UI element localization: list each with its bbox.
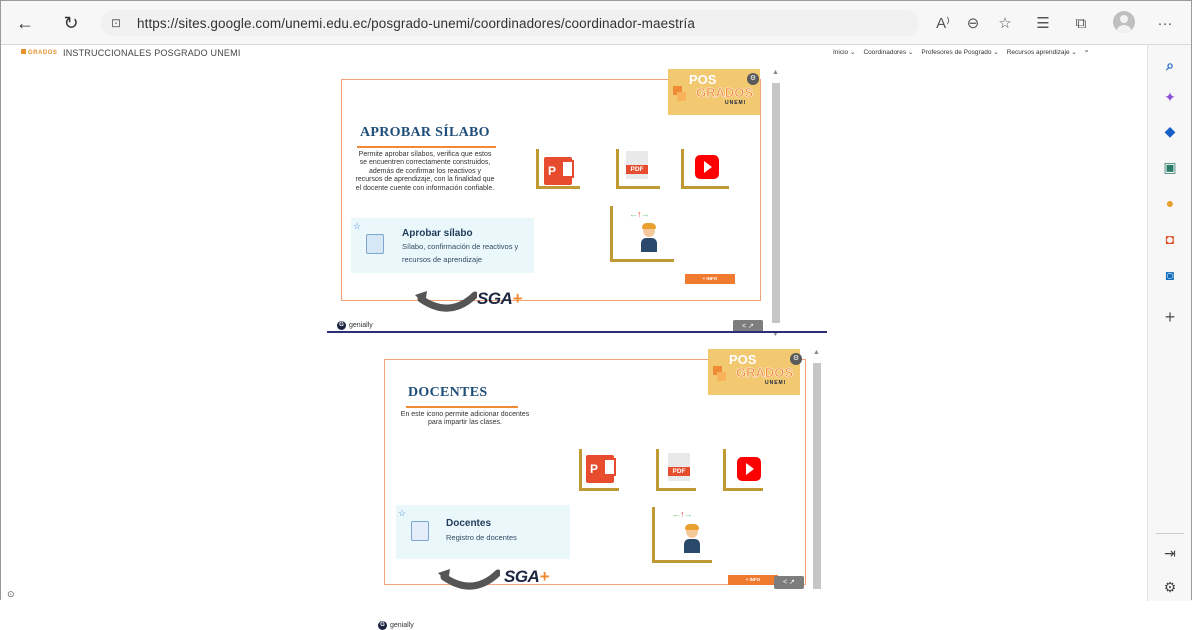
star-icon: ☆ bbox=[398, 508, 407, 518]
feature-subtitle: Sílabo, confirmación de reactivos y recu… bbox=[402, 242, 519, 264]
curved-arrow-icon bbox=[415, 291, 477, 312]
card-title: APROBAR SÍLABO bbox=[360, 125, 490, 140]
genially-embed-docentes[interactable]: POS GRADOS UNEMI ⚙ DOCENTES En este icon… bbox=[376, 349, 832, 630]
site-title[interactable]: INSTRUCCIONALES POSGRADO UNEMI bbox=[63, 48, 241, 58]
teachers-icon bbox=[411, 521, 429, 541]
copilot-icon[interactable]: ✦ bbox=[1160, 87, 1180, 107]
genially-embed-aprobar-silabo[interactable]: POS GRADOS UNEMI ⚙ APROBAR SÍLABO Permit… bbox=[333, 69, 789, 341]
site-logo-text: GRADOS bbox=[28, 50, 58, 56]
syllabus-icon bbox=[366, 234, 384, 254]
powerpoint-icon[interactable]: P bbox=[586, 455, 616, 483]
settings-icon[interactable]: ⚙ bbox=[1160, 577, 1180, 597]
favorites-icon[interactable]: ☰ bbox=[1031, 11, 1055, 35]
read-aloud-icon[interactable]: A⁾ bbox=[931, 11, 955, 35]
refresh-icon[interactable]: ↻ bbox=[59, 11, 83, 35]
view-counter-icon[interactable]: ⚙ bbox=[790, 353, 802, 365]
browser-window: ← ↻ ⊡ https://sites.google.com/unemi.edu… bbox=[0, 0, 1192, 630]
scroll-up-icon: ▲ bbox=[772, 69, 779, 76]
page-info-icon[interactable]: ⊙ bbox=[7, 589, 15, 600]
card-description: Permite aprobar sílabos, verifica que es… bbox=[355, 151, 495, 192]
brand-grados: GRADOS bbox=[696, 85, 754, 101]
card-description: En este icono permite adicionar docentes… bbox=[400, 411, 530, 427]
star-icon: ☆ bbox=[353, 221, 362, 231]
brand-unemi: UNEMI bbox=[725, 100, 747, 106]
exchange-arrows-icon: ←↑→ bbox=[629, 209, 650, 219]
section-divider bbox=[327, 331, 827, 333]
add-favorite-icon[interactable]: ☆ bbox=[993, 11, 1017, 35]
site-nav: Inicio ⌄ Coordinadores ⌄ Profesores de P… bbox=[833, 48, 1089, 56]
brand-grados: GRADOS bbox=[736, 365, 794, 381]
feature-name: Aprobar sílabo bbox=[402, 228, 473, 239]
powerpoint-icon[interactable]: P bbox=[544, 157, 574, 185]
nav-item-profesores[interactable]: Profesores de Posgrado ⌄ bbox=[921, 48, 998, 56]
sga-logo: SGA+ bbox=[477, 289, 522, 308]
nav-label: Inicio bbox=[833, 49, 849, 56]
brand-unemi: UNEMI bbox=[765, 380, 787, 386]
nav-item-recursos[interactable]: Recursos aprendizaje ⌄ bbox=[1007, 48, 1077, 56]
view-counter-icon[interactable]: ⚙ bbox=[747, 73, 759, 85]
youtube-icon[interactable] bbox=[695, 155, 719, 179]
site-header: GRADOS INSTRUCCIONALES POSGRADO UNEMI In… bbox=[1, 45, 1147, 63]
share-fullscreen-button[interactable]: < ↗ bbox=[774, 576, 804, 589]
more-info-button[interactable]: + INFO bbox=[728, 575, 778, 585]
outlook-icon[interactable]: ◙ bbox=[1160, 265, 1180, 285]
more-info-button[interactable]: + INFO bbox=[685, 274, 735, 284]
person-icon[interactable] bbox=[638, 223, 660, 254]
pdf-icon[interactable]: PDF bbox=[668, 453, 690, 481]
nav-item-coordinadores[interactable]: Coordinadores ⌄ bbox=[863, 48, 913, 56]
search-icon[interactable]: ⌕ bbox=[1085, 48, 1089, 56]
person-icon[interactable] bbox=[681, 524, 703, 555]
feature-name: Docentes bbox=[446, 518, 492, 529]
address-bar[interactable]: ⊡ https://sites.google.com/unemi.edu.ec/… bbox=[101, 10, 919, 36]
sga-logo: SGA+ bbox=[504, 567, 549, 586]
lock-icon[interactable]: ⊡ bbox=[111, 16, 129, 30]
title-underline bbox=[406, 406, 518, 408]
title-underline bbox=[357, 146, 496, 148]
scroll-thumb[interactable] bbox=[772, 83, 780, 323]
feature-box[interactable]: ☆ Aprobar sílabo Sílabo, confirmación de… bbox=[351, 218, 534, 273]
posgrados-brand: POS GRADOS UNEMI bbox=[708, 349, 800, 395]
exchange-arrows-icon: ←↑→ bbox=[672, 509, 693, 519]
feature-subtitle: Registro de docentes bbox=[446, 533, 517, 542]
nav-label: Recursos aprendizaje bbox=[1006, 49, 1070, 56]
add-icon[interactable]: + bbox=[1160, 307, 1180, 327]
scroll-thumb[interactable] bbox=[813, 363, 821, 589]
tools-icon[interactable]: ▣ bbox=[1160, 157, 1180, 177]
url-text[interactable]: https://sites.google.com/unemi.edu.ec/po… bbox=[137, 16, 695, 31]
posgrados-brand: POS GRADOS UNEMI bbox=[668, 69, 760, 115]
sidebar-divider bbox=[1156, 533, 1184, 534]
pdf-icon[interactable]: PDF bbox=[626, 151, 648, 179]
nav-label: Profesores de Posgrado bbox=[921, 49, 992, 56]
office-icon[interactable]: ◘ bbox=[1160, 229, 1180, 249]
chevron-down-icon: ⌄ bbox=[1071, 49, 1077, 56]
browser-toolbar: ← ↻ ⊡ https://sites.google.com/unemi.edu… bbox=[1, 1, 1191, 45]
hide-sidebar-icon[interactable]: ⇥ bbox=[1160, 543, 1180, 563]
browser-sidebar: ⌕ ✦ ◆ ▣ ● ◘ ◙ + ⇥ ⚙ bbox=[1147, 45, 1191, 601]
shopping-tag-icon[interactable]: ◆ bbox=[1160, 121, 1180, 141]
chevron-down-icon: ⌄ bbox=[850, 49, 856, 56]
site-logo[interactable]: GRADOS bbox=[21, 49, 57, 56]
genially-link[interactable]: Ggenially bbox=[378, 621, 414, 630]
zoom-icon[interactable]: ⊖ bbox=[961, 11, 985, 35]
back-arrow-icon[interactable]: ← bbox=[13, 11, 37, 35]
scroll-up-icon: ▲ bbox=[813, 349, 820, 356]
embed-scrollbar[interactable]: ▲ bbox=[810, 349, 824, 601]
genially-link[interactable]: Ggenially bbox=[337, 321, 373, 330]
collections-icon[interactable]: ⧉ bbox=[1069, 11, 1093, 35]
curved-arrow-icon bbox=[438, 569, 500, 590]
page-content: GRADOS INSTRUCCIONALES POSGRADO UNEMI In… bbox=[1, 45, 1147, 630]
search-icon[interactable]: ⌕ bbox=[1160, 55, 1180, 75]
nav-label: Coordinadores bbox=[863, 49, 907, 56]
youtube-icon[interactable] bbox=[737, 457, 761, 481]
chevron-down-icon: ⌄ bbox=[907, 49, 914, 56]
profile-icon[interactable] bbox=[1113, 11, 1135, 33]
embed-scrollbar[interactable]: ▲ ▼ bbox=[769, 69, 783, 341]
chevron-down-icon: ⌄ bbox=[993, 49, 999, 56]
more-menu-icon[interactable]: ··· bbox=[1153, 11, 1177, 35]
feature-box[interactable]: ☆ Docentes Registro de docentes bbox=[396, 505, 570, 559]
card-title: DOCENTES bbox=[408, 385, 488, 400]
nav-item-inicio[interactable]: Inicio ⌄ bbox=[833, 48, 855, 56]
games-icon[interactable]: ● bbox=[1160, 193, 1180, 213]
